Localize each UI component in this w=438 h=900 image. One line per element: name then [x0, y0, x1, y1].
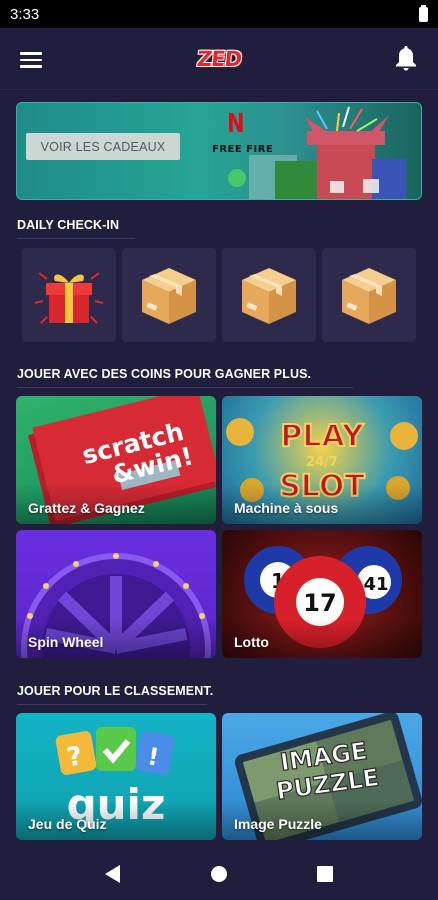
app-logo: ZED — [194, 44, 244, 74]
box-icon — [342, 268, 396, 324]
status-time: 3:33 — [10, 5, 40, 23]
game-card-scratch[interactable]: scratch &win! Grattez & Gagnez — [16, 396, 216, 524]
game-card-image-puzzle[interactable]: IMAGE PUZZLE Image Puzzle — [222, 713, 422, 840]
notifications-button[interactable] — [394, 44, 418, 72]
game-card-lotto[interactable]: 1 41 17 Lotto — [222, 530, 422, 658]
netflix-logo: N — [227, 109, 245, 139]
checkin-day-4[interactable] — [322, 248, 416, 342]
menu-button[interactable] — [20, 48, 44, 70]
status-bar: 3:33 — [0, 0, 438, 28]
game-label: Spin Wheel — [28, 634, 104, 650]
slot-art-247: 24/7 — [306, 455, 338, 470]
gift-icon — [34, 272, 104, 324]
system-nav-bar — [0, 848, 438, 900]
section-title-ranking: JOUER POUR LE CLASSEMENT. — [17, 684, 214, 698]
recents-square-icon — [317, 866, 333, 882]
section-title-checkin: DAILY CHECK-IN — [17, 218, 120, 232]
app-bar: ZED — [0, 28, 438, 90]
freefire-logo: FREE FIRE — [212, 144, 274, 155]
section-divider — [17, 238, 135, 239]
lotto-ball-3: 41 — [363, 574, 388, 595]
checkin-day-1[interactable] — [22, 248, 116, 342]
checkin-day-3[interactable] — [222, 248, 316, 342]
box-icon — [242, 268, 296, 324]
section-title-coin-games: JOUER AVEC DES COINS POUR GAGNER PLUS. — [17, 367, 312, 381]
back-triangle-icon — [105, 865, 120, 883]
game-label: Jeu de Quiz — [28, 816, 107, 832]
promo-banner[interactable]: VOIR LES CADEAUX N FREE FIRE — [16, 102, 422, 200]
section-divider — [17, 704, 207, 705]
app-logo-text: ZED — [195, 47, 243, 71]
back-button[interactable] — [93, 854, 133, 894]
game-card-quiz[interactable]: ? ! quiz Jeu de Quiz — [16, 713, 216, 840]
game-label: Image Puzzle — [234, 816, 322, 832]
game-card-slot[interactable]: PLAY 24/7 SLOT Machine à sous — [222, 396, 422, 524]
box-icon — [142, 268, 196, 324]
spotify-icon — [228, 169, 246, 187]
game-label: Lotto — [234, 634, 269, 650]
recents-button[interactable] — [305, 854, 345, 894]
game-card-spin-wheel[interactable]: Spin Wheel — [16, 530, 216, 658]
bell-icon — [396, 46, 416, 71]
lotto-ball-2: 17 — [303, 589, 336, 617]
game-label: Machine à sous — [234, 500, 339, 516]
view-gifts-button[interactable]: VOIR LES CADEAUX — [26, 133, 180, 160]
battery-icon — [419, 4, 428, 22]
checkin-day-2[interactable] — [122, 248, 216, 342]
slot-art-play: PLAY — [280, 419, 364, 454]
home-circle-icon — [211, 866, 227, 882]
section-divider — [17, 387, 353, 388]
home-button[interactable] — [199, 854, 239, 894]
game-label: Grattez & Gagnez — [28, 500, 145, 516]
menu-icon — [20, 52, 44, 68]
